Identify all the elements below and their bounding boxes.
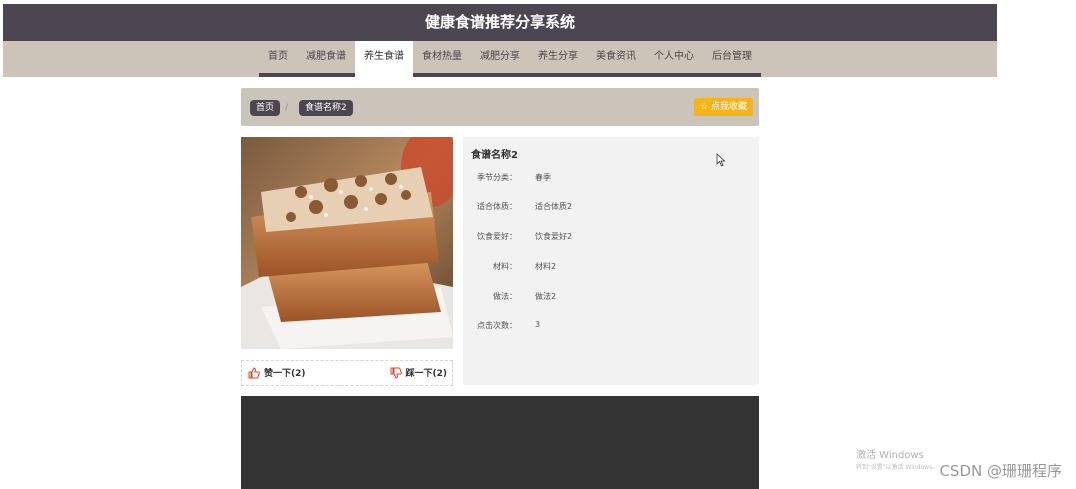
detail-row-clicks: 点击次数： 3 xyxy=(463,320,759,334)
thumbs-up-icon xyxy=(248,367,260,379)
detail-value: 材料2 xyxy=(535,262,557,271)
detail-label: 点击次数： xyxy=(477,321,517,330)
main-nav: 首页 减肥食谱 养生食谱 食材热量 减肥分享 养生分享 美食资讯 个人中心 后台… xyxy=(259,41,761,77)
csdn-watermark: CSDN @珊珊程序 xyxy=(939,462,1062,480)
detail-row-method: 做法： 做法2 xyxy=(463,291,759,305)
detail-row-ingredients: 材料： 材料2 xyxy=(463,261,759,275)
nav-item-health-share[interactable]: 养生分享 xyxy=(529,41,587,77)
detail-label: 材料： xyxy=(493,262,517,271)
detail-row-preference: 饮食爱好： 饮食爱好2 xyxy=(463,231,759,245)
detail-value: 饮食爱好2 xyxy=(535,232,573,241)
breadcrumb: 首页 / 食谱名称2 ☆ 点我收藏 xyxy=(241,88,759,126)
detail-row-constitution: 适合体质： 适合体质2 xyxy=(463,201,759,215)
dislike-button[interactable]: 踩一下(2) xyxy=(390,366,448,379)
recipe-photo xyxy=(241,137,453,349)
nav-bar: 首页 减肥食谱 养生食谱 食材热量 减肥分享 养生分享 美食资讯 个人中心 后台… xyxy=(3,41,997,77)
breadcrumb-current[interactable]: 食谱名称2 xyxy=(299,100,353,116)
site-title: 健康食谱推荐分享系统 xyxy=(424,13,575,31)
dislike-label: 踩一下(2) xyxy=(405,369,448,379)
page: 健康食谱推荐分享系统 首页 减肥食谱 养生食谱 食材热量 减肥分享 养生分享 美… xyxy=(3,4,997,489)
breadcrumb-separator: / xyxy=(285,103,289,113)
detail-value: 适合体质2 xyxy=(535,202,573,211)
windows-activation-watermark: 激活 Windows 转到"设置"以激活 Windows。 xyxy=(856,450,938,474)
vote-bar: 赞一下(2) 踩一下(2) xyxy=(241,360,453,386)
nav-item-food-calories[interactable]: 食材热量 xyxy=(413,41,471,77)
nav-item-profile[interactable]: 个人中心 xyxy=(645,41,703,77)
nav-item-admin[interactable]: 后台管理 xyxy=(703,41,761,77)
detail-label: 饮食爱好： xyxy=(477,232,517,241)
nav-item-home[interactable]: 首页 xyxy=(259,41,297,77)
site-header: 健康食谱推荐分享系统 xyxy=(3,4,997,41)
detail-value: 3 xyxy=(535,320,541,329)
breadcrumb-home[interactable]: 首页 xyxy=(250,100,281,116)
page-footer xyxy=(241,396,759,489)
mouse-cursor-icon xyxy=(716,153,726,167)
watermark-subtitle: 转到"设置"以激活 Windows。 xyxy=(856,464,939,471)
detail-label: 适合体质： xyxy=(477,202,517,211)
thumbs-down-icon xyxy=(390,367,402,379)
detail-row-season: 季节分类： 春季 xyxy=(463,172,759,186)
detail-label: 季节分类： xyxy=(477,173,517,182)
detail-value: 春季 xyxy=(535,173,551,182)
recipe-details: 食谱名称2 季节分类： 春季 适合体质： 适合体质2 饮食爱好： 饮食爱好2 材… xyxy=(463,137,759,385)
like-button[interactable]: 赞一下(2) xyxy=(248,366,306,379)
like-label: 赞一下(2) xyxy=(264,369,306,379)
watermark-title: 激活 Windows xyxy=(856,450,924,461)
pastry-image xyxy=(241,137,453,349)
nav-item-food-news[interactable]: 美食资讯 xyxy=(587,41,645,77)
recipe-name: 食谱名称2 xyxy=(471,150,518,161)
detail-label: 做法： xyxy=(493,292,517,301)
nav-item-weight-loss-share[interactable]: 减肥分享 xyxy=(471,41,529,77)
nav-item-health-recipes[interactable]: 养生食谱 xyxy=(355,41,413,77)
detail-value: 做法2 xyxy=(535,292,557,301)
favorite-button[interactable]: ☆ 点我收藏 xyxy=(694,98,753,116)
nav-item-weight-loss-recipes[interactable]: 减肥食谱 xyxy=(297,41,355,77)
